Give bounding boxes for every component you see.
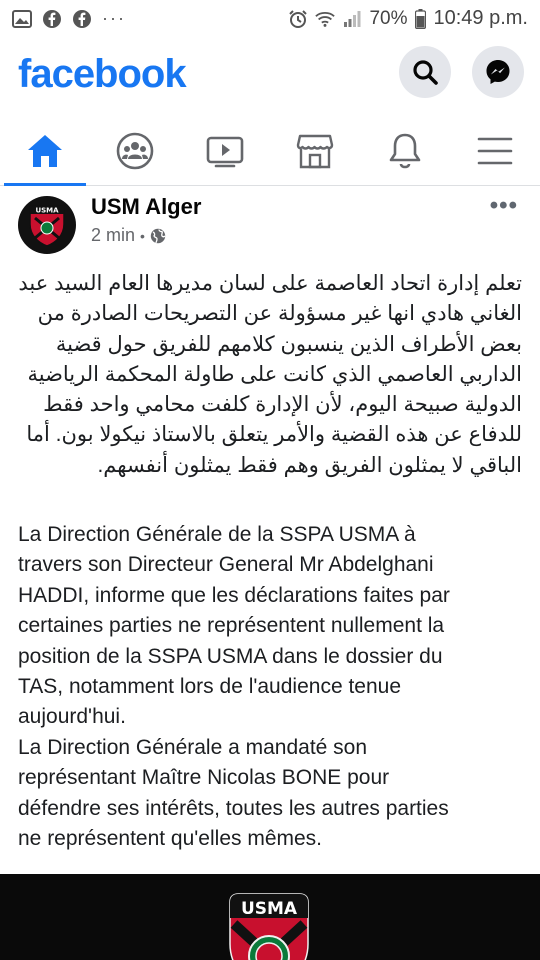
battery-icon	[414, 8, 426, 29]
status-bar-right: 70% 10:49 p.m.	[288, 7, 528, 30]
post-image[interactable]: USMA	[0, 874, 540, 960]
page-name[interactable]: USM Alger	[91, 194, 201, 220]
globe-icon	[150, 228, 166, 243]
tab-watch[interactable]	[180, 116, 270, 186]
tab-groups[interactable]	[90, 116, 180, 186]
more-notifications-text: ···	[102, 8, 126, 28]
post-time[interactable]: 2 min	[91, 225, 135, 246]
usma-badge-image: USMA	[229, 893, 309, 960]
meta-separator: •	[140, 227, 145, 244]
battery-percent: 70%	[369, 7, 408, 29]
svg-text:USMA: USMA	[35, 207, 59, 215]
search-icon	[413, 60, 438, 85]
page-avatar[interactable]: USMA	[18, 196, 76, 254]
tab-notifications[interactable]	[360, 116, 450, 186]
wifi-icon	[315, 9, 336, 29]
post-text-arabic: تعلم إدارة اتحاد العاصمة على لسان مديرها…	[18, 272, 522, 477]
facebook-notification-icon-2	[72, 9, 92, 29]
tab-marketplace[interactable]	[270, 116, 360, 186]
status-bar: ··· 70% 10:49 p.m.	[0, 0, 540, 38]
messenger-button[interactable]	[472, 46, 524, 98]
marketplace-icon	[296, 134, 334, 169]
search-button[interactable]	[399, 46, 451, 98]
menu-icon	[477, 137, 513, 165]
groups-icon	[116, 132, 154, 170]
watch-icon	[206, 136, 244, 168]
gallery-icon	[12, 9, 32, 29]
status-bar-left: ···	[12, 8, 126, 29]
post-meta: 2 min •	[91, 225, 166, 246]
home-icon	[28, 135, 62, 167]
usma-crest-logo: USMA	[29, 205, 65, 247]
badge-text: USMA	[241, 899, 298, 919]
alarm-icon	[288, 9, 308, 29]
messenger-icon	[486, 60, 510, 84]
tab-bar	[0, 116, 540, 186]
facebook-notification-icon	[42, 9, 62, 29]
post-text-french: La Direction Générale de la SSPA USMA à …	[18, 523, 450, 851]
facebook-logo[interactable]: facebook	[18, 52, 187, 97]
notifications-icon	[389, 133, 421, 169]
tab-home[interactable]	[0, 116, 90, 186]
tab-menu[interactable]	[450, 116, 540, 186]
post-options-button[interactable]: •••	[490, 192, 518, 220]
clock-time: 10:49 p.m.	[433, 7, 528, 29]
signal-icon	[342, 9, 362, 29]
active-tab-indicator	[4, 183, 86, 186]
app-header: facebook	[0, 38, 540, 116]
